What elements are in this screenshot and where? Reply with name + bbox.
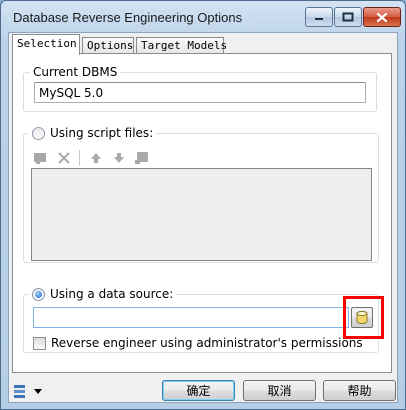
script-files-text: Using script files: [50,126,154,140]
tab-selection[interactable]: Selection [12,34,80,55]
close-icon [376,12,388,22]
help-button[interactable]: 帮助 [323,380,396,401]
browse-data-source-button[interactable] [351,307,373,328]
selection-tab-panel: Current DBMS MySQL 5.0 Using script file… [12,53,392,373]
window-title: Database Reverse Engineering Options [13,10,243,25]
database-cylinder-icon [356,311,368,324]
dialog-client-area: Selection Options Target Models Current … [8,32,398,403]
title-bar[interactable]: Database Reverse Engineering Options [1,1,405,32]
list-options-icon [14,385,25,398]
admin-permissions-checkbox[interactable] [33,336,46,350]
data-source-radio[interactable] [32,287,45,301]
maximize-icon [342,12,354,22]
radio-selected-dot [35,290,42,298]
move-up-icon[interactable] [86,149,106,167]
properties-icon[interactable] [132,149,152,167]
script-files-toolbar [31,148,155,168]
cancel-button[interactable]: 取消 [243,380,316,401]
script-files-list[interactable] [31,168,372,261]
move-down-icon[interactable] [109,149,129,167]
admin-permissions-option[interactable]: Reverse engineer using administrator's p… [33,336,363,350]
admin-permissions-label: Reverse engineer using administrator's p… [51,336,363,350]
current-dbms-label: Current DBMS [30,65,121,79]
current-dbms-field[interactable]: MySQL 5.0 [34,82,366,103]
delete-icon[interactable] [54,149,74,167]
data-source-option[interactable]: Using a data source: [29,287,177,301]
dialog-window: Database Reverse Engineering Options Sel… [0,0,406,410]
script-files-option-row[interactable]: Using script files: [29,126,157,140]
toolbar-separator [79,150,80,166]
minimize-icon [315,18,323,20]
ok-button[interactable]: 确定 [162,380,235,401]
tab-options[interactable]: Options [82,37,134,54]
tab-target-models[interactable]: Target Models [136,37,227,54]
close-button[interactable] [363,7,401,27]
script-files-radio-button[interactable] [32,126,45,140]
current-dbms-group: Current DBMS MySQL 5.0 [23,65,377,112]
options-menu-button[interactable] [12,383,43,399]
maximize-button[interactable] [334,7,362,27]
minimize-button[interactable] [305,7,333,27]
add-file-icon[interactable] [31,149,51,167]
data-source-field[interactable] [33,307,349,328]
data-source-label: Using a data source: [50,287,174,301]
chevron-down-icon [34,389,42,394]
